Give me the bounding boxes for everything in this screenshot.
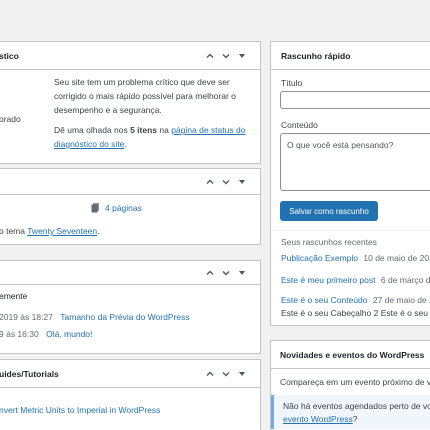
site-health-controls xyxy=(203,49,249,63)
events-notice-text: Não há eventos agendados perto de vo xyxy=(283,401,430,411)
activity-row-1-date: 2019 às 18:27 xyxy=(0,312,53,322)
site-health-widget: stico orado Seu site tem um problema crí… xyxy=(0,41,261,164)
guides-controls xyxy=(203,367,249,381)
quick-draft-widget: Rascunho rápido Título Conteúdo O que vo… xyxy=(270,41,430,326)
draft-item-3: Este é o seu Conteúdo 27 de maio de 20 xyxy=(281,295,430,305)
draft-item-2-date: 6 de março de xyxy=(380,275,430,285)
site-health-message-2: corrigido o mais rápido possível para me… xyxy=(54,91,236,101)
events-notice-line-2: evento WordPress? xyxy=(283,414,358,424)
pages-count-label[interactable]: 4 páginas xyxy=(105,203,142,213)
recent-drafts-heading: Seus rascunhos recentes xyxy=(281,237,377,247)
guides-header: uides/Tutorials xyxy=(0,360,260,388)
draft-item-1-date: 10 de maio de 2020 xyxy=(363,253,430,263)
site-health-message-1: Seu site tem um problema crítico que dev… xyxy=(54,77,230,87)
events-notice: Não há eventos agendados perto de vo eve… xyxy=(271,395,430,429)
activity-header xyxy=(0,261,260,285)
site-status-link[interactable]: página de status do xyxy=(171,125,245,135)
draft-content-label: Conteúdo xyxy=(281,120,318,130)
at-a-glance-widget: 4 páginas o tema Twenty Seventeen. xyxy=(0,168,261,245)
activity-row-1-link[interactable]: Tamanho da Prévia do WordPress xyxy=(60,312,189,322)
site-health-message-3: desempenho e a segurança. xyxy=(54,105,162,115)
look-mid: na xyxy=(157,125,172,135)
activity-recent-heading: ementе xyxy=(0,291,28,301)
chevron-up-icon[interactable] xyxy=(203,367,217,381)
wp-events-header: Novidades e eventos do WordPress xyxy=(271,341,430,369)
theme-prefix: o tema xyxy=(0,226,28,236)
draft-item-1: Publicação Exemplo 10 de maio de 2020 xyxy=(281,253,430,263)
site-health-header: stico xyxy=(0,42,260,70)
wp-events-title: Novidades e eventos do WordPress xyxy=(280,350,425,360)
document-icon xyxy=(91,203,99,213)
drafts-divider xyxy=(271,230,430,231)
activity-row-2: 9 às 16:30 Olá, mundo! xyxy=(0,329,92,339)
guides-title: uides/Tutorials xyxy=(0,369,59,379)
draft-item-2-link[interactable]: Este é meu primeiro post xyxy=(281,275,375,285)
events-intro-text: Compareça em um evento próximo de v xyxy=(280,377,430,387)
wp-event-link[interactable]: evento WordPress xyxy=(283,414,353,424)
look-end: . xyxy=(124,139,127,149)
quick-draft-header: Rascunho rápido xyxy=(271,42,430,70)
theme-link[interactable]: Twenty Seventeen xyxy=(27,226,97,236)
triangle-down-icon[interactable] xyxy=(235,175,249,189)
activity-widget: ementе 2019 às 18:27 Tamanho da Prévia d… xyxy=(0,260,261,354)
save-draft-button[interactable]: Salvar como rascunho xyxy=(280,201,378,221)
triangle-down-icon[interactable] xyxy=(235,49,249,63)
chevron-down-icon[interactable] xyxy=(219,266,233,280)
glance-controls xyxy=(203,175,249,189)
chevron-down-icon[interactable] xyxy=(219,175,233,189)
site-health-status-label: orado xyxy=(0,114,21,124)
theme-line: o tema Twenty Seventeen. xyxy=(0,226,100,236)
draft-title-input[interactable] xyxy=(280,91,430,109)
at-a-glance-header xyxy=(0,169,260,195)
activity-row-2-date: 9 às 16:30 xyxy=(0,329,39,339)
activity-row-1: 2019 às 18:27 Tamanho da Prévia do WordP… xyxy=(0,312,190,322)
quick-draft-title: Rascunho rápido xyxy=(281,51,351,61)
draft-title-label: Título xyxy=(281,78,303,88)
look-count: 5 itens xyxy=(130,125,158,135)
guides-widget: uides/Tutorials nvert Metric Units to Im… xyxy=(0,359,261,430)
site-health-look: Dê uma olhada nos 5 itens na página de s… xyxy=(54,125,245,135)
triangle-down-icon[interactable] xyxy=(235,367,249,381)
draft-content-placeholder: O que você está pensando? xyxy=(287,140,394,150)
draft-item-3-link[interactable]: Este é o seu Conteúdo xyxy=(281,295,367,305)
draft-item-2: Este é meu primeiro post 6 de março de xyxy=(281,275,430,285)
site-health-title: stico xyxy=(0,51,19,61)
look-prefix: Dê uma olhada nos xyxy=(54,125,131,135)
chevron-down-icon[interactable] xyxy=(219,49,233,63)
draft-content-textarea[interactable]: O que você está pensando? xyxy=(280,133,430,191)
triangle-down-icon[interactable] xyxy=(235,266,249,280)
pages-count-link[interactable]: 4 páginas xyxy=(91,203,142,213)
chevron-down-icon[interactable] xyxy=(219,367,233,381)
site-status-link-2[interactable]: diagnóstico do site xyxy=(54,139,124,149)
site-health-look-2: diagnóstico do site. xyxy=(54,139,127,149)
chevron-up-icon[interactable] xyxy=(203,175,217,189)
chevron-up-icon[interactable] xyxy=(203,49,217,63)
events-notice-end: ? xyxy=(352,414,358,424)
top-strip xyxy=(0,0,430,12)
wp-events-widget: Novidades e eventos do WordPress Compare… xyxy=(270,340,430,430)
draft-item-1-link[interactable]: Publicação Exemplo xyxy=(281,253,358,263)
draft-item-3-excerpt: Este é o seu Cabeçalho 2 Este é o seu pa… xyxy=(281,308,430,318)
activity-controls xyxy=(203,266,249,280)
chevron-up-icon[interactable] xyxy=(203,266,217,280)
draft-item-3-date: 27 de maio de 20 xyxy=(372,295,430,305)
theme-end: . xyxy=(97,226,100,236)
activity-row-2-link[interactable]: Olá, mundo! xyxy=(46,329,92,339)
guides-item-1[interactable]: nvert Metric Units to Imperial in WordPr… xyxy=(0,405,160,415)
